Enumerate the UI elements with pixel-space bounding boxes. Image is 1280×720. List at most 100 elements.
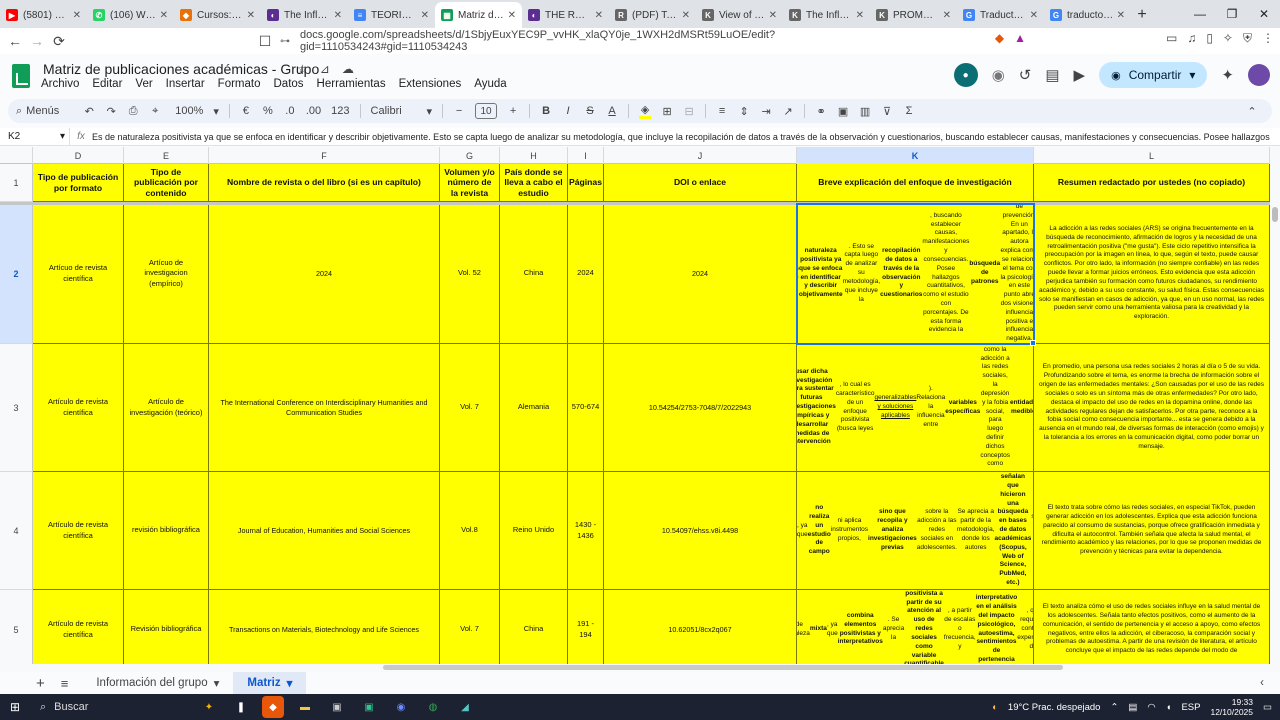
header-cell-g[interactable]: Volumen y/o número de la revista [440, 164, 500, 202]
zoom-select[interactable]: 100% [175, 105, 203, 117]
explore-collapse-icon[interactable]: ‹ [1260, 677, 1264, 689]
insert-link-icon[interactable]: ⚭ [815, 105, 827, 118]
header-cell-d[interactable]: Tipo de publicación por formato [33, 164, 124, 202]
menu-item[interactable]: Ayuda [474, 78, 506, 90]
paint-format-icon[interactable]: ⌖ [149, 105, 161, 118]
chevron-down-icon[interactable]: ▾ [287, 676, 293, 690]
star-icon[interactable]: ☆ [297, 62, 308, 76]
wifi-icon[interactable]: ◠ [1147, 702, 1155, 713]
font-size-decrease-icon[interactable]: − [453, 105, 465, 117]
font-size-field[interactable]: 10 [475, 103, 498, 119]
cell-f[interactable]: 2024 [209, 204, 440, 344]
vertical-scrollbar[interactable] [1270, 147, 1280, 664]
font-size-increase-icon[interactable]: + [507, 105, 519, 117]
browser-tab[interactable]: K PROMOTOR✕ [870, 2, 957, 28]
task-view-icon[interactable]: ❚ [230, 696, 252, 718]
font-select[interactable]: Calibri [371, 105, 417, 117]
browser-tab[interactable]: K The Influence✕ [783, 2, 870, 28]
collaborator-icon[interactable]: ◉ [992, 66, 1005, 84]
text-rotation-icon[interactable]: ↗ [782, 105, 794, 118]
horizontal-scrollbar[interactable] [0, 664, 1280, 672]
close-tab-icon[interactable]: ✕ [247, 10, 255, 21]
cloud-status-icon[interactable]: ☁ [342, 62, 354, 76]
browser-tab[interactable]: ◆ Cursos: PRESEN✕ [174, 2, 261, 28]
cell-d[interactable]: Artículo de revista científica [33, 590, 124, 664]
close-tab-icon[interactable]: ✕ [1117, 10, 1125, 21]
taskbar-search[interactable]: ⌕ Buscar [30, 695, 170, 719]
cell-e[interactable]: Artícuo de investigacion (empírico) [124, 204, 209, 344]
site-info-icon[interactable]: ⊶ [280, 36, 290, 47]
collaborator-avatar[interactable]: ● [953, 63, 978, 87]
cell-g[interactable]: Vol.8 [440, 472, 500, 590]
column-header-d[interactable]: D [33, 147, 124, 164]
move-folder-icon[interactable]: ⊿ [320, 62, 330, 76]
cell-f[interactable]: The International Conference on Interdis… [209, 344, 440, 472]
menu-item[interactable]: Archivo [41, 78, 79, 90]
menu-item[interactable]: Herramientas [317, 78, 386, 90]
cell-l-summary[interactable]: La adicción a las redes sociales (ARS) s… [1034, 204, 1270, 344]
cell-e[interactable]: revisión bibliográfica [124, 472, 209, 590]
cell-i[interactable]: 570-674 [568, 344, 604, 472]
minimize-icon[interactable]: — [1184, 0, 1216, 28]
document-title[interactable]: Matriz de publicaciones académicas - Gru… [43, 61, 319, 77]
search-menus-icon[interactable]: ⌕ [16, 105, 22, 118]
shield-icon[interactable]: ⛨ [1243, 31, 1252, 46]
cell-h[interactable]: Alemania [500, 344, 568, 472]
extension-brave-icon[interactable]: ◆ [995, 31, 1004, 46]
increase-decimal-button[interactable]: .00 [306, 105, 321, 117]
browser-tab[interactable]: G Traductor de G✕ [957, 2, 1044, 28]
cell-i[interactable]: 2024 [568, 204, 604, 344]
cell-j[interactable]: 10.54097/ehss.v8i.4498 [604, 472, 797, 590]
borders-icon[interactable]: ⊞ [661, 105, 673, 118]
weather-icon[interactable]: ◐ [992, 702, 998, 713]
row-header[interactable]: 4 [0, 472, 33, 590]
reload-icon[interactable]: ⟳ [48, 33, 70, 50]
menu-icon[interactable]: ⋮ [1262, 31, 1274, 46]
number-format-button[interactable]: 123 [331, 105, 349, 117]
bold-icon[interactable]: B [540, 105, 552, 117]
sheet-tab-matriz[interactable]: Matriz ▾ [233, 672, 307, 694]
decrease-decimal-button[interactable]: .0 [284, 105, 296, 117]
horizontal-align-icon[interactable]: ≡ [716, 105, 728, 117]
close-tab-icon[interactable]: ✕ [421, 10, 429, 21]
app-green-icon[interactable]: ▣ [358, 696, 380, 718]
media-icon[interactable]: ♫ [1187, 31, 1196, 46]
header-cell-h[interactable]: País donde se lleva a cabo el estudio [500, 164, 568, 202]
column-header-f[interactable]: F [209, 147, 440, 164]
cell-k-approach[interactable]: Es de naturaleza positivista ya que se e… [797, 204, 1034, 344]
close-tab-icon[interactable]: ✕ [943, 10, 951, 21]
cell-h[interactable]: China [500, 590, 568, 664]
menu-item[interactable]: Ver [135, 78, 152, 90]
sheets-logo-icon[interactable] [12, 64, 30, 88]
close-tab-icon[interactable]: ✕ [73, 10, 81, 21]
column-header-g[interactable]: G [440, 147, 500, 164]
name-box[interactable]: K2 ▾ [0, 127, 70, 146]
cell-k-approach[interactable]: Es de naturaleza interpretativa con base… [797, 472, 1034, 590]
cell-i[interactable]: 191 - 194 [568, 590, 604, 664]
restore-icon[interactable]: ❐ [1216, 0, 1248, 28]
cell-f[interactable]: Journal of Education, Humanities and Soc… [209, 472, 440, 590]
percent-button[interactable]: % [262, 105, 274, 117]
row-header[interactable]: 5 [0, 590, 33, 664]
horizontal-scroll-thumb[interactable] [383, 665, 1063, 670]
header-cell-k[interactable]: Breve explicación del enfoque de investi… [797, 164, 1034, 202]
volume-icon[interactable]: ◖ [1166, 702, 1172, 713]
cell-g[interactable]: Vol. 52 [440, 204, 500, 344]
insert-comment-icon[interactable]: ▣ [837, 105, 849, 118]
browser-tab[interactable]: K View of The Inf✕ [696, 2, 783, 28]
filter-icon[interactable]: ⊽ [881, 105, 893, 118]
close-tab-icon[interactable]: ✕ [595, 10, 603, 21]
windows-start-icon[interactable]: ⊞ [0, 700, 30, 714]
menu-item[interactable]: Extensiones [399, 78, 462, 90]
header-cell-i[interactable]: Páginas [568, 164, 604, 202]
back-icon[interactable]: ← [4, 33, 26, 49]
network-icon[interactable]: ▤ [1128, 702, 1137, 713]
chevron-down-icon[interactable]: ▾ [214, 676, 220, 690]
strikethrough-icon[interactable]: S [584, 105, 596, 117]
undo-icon[interactable]: ↶ [83, 105, 95, 118]
new-tab-button[interactable]: + [1131, 2, 1153, 28]
cell-l-summary[interactable]: En promedio, una persona usa redes socia… [1034, 344, 1270, 472]
chrome-icon[interactable]: ◍ [422, 696, 444, 718]
select-all-corner[interactable] [0, 147, 33, 164]
merge-cells-icon[interactable]: ⊟ [683, 105, 695, 118]
